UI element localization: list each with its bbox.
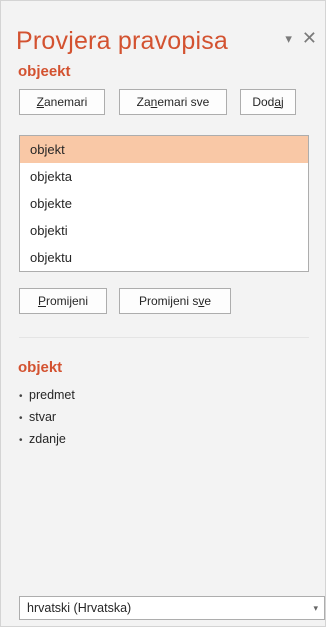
divider	[19, 337, 309, 338]
add-accesskey: a	[274, 95, 282, 109]
change-all-button[interactable]: Promijeni sve	[119, 288, 231, 314]
language-value: hrvatski (Hrvatska)	[27, 601, 132, 615]
chevron-down-icon: ▾	[313, 603, 318, 613]
add-button[interactable]: Dodaj	[240, 89, 296, 115]
ignore-button[interactable]: Zanemari	[19, 89, 105, 115]
ignore-label-post: anemari	[43, 95, 88, 109]
language-select[interactable]: hrvatski (Hrvatska) ▾	[19, 596, 325, 620]
bullet-icon: •	[19, 413, 23, 424]
close-icon[interactable]: ✕	[302, 29, 317, 47]
suggestion-item[interactable]: objekti	[20, 217, 308, 244]
pane-options-dropdown-icon[interactable]: ▾	[285, 32, 292, 45]
synonym-item[interactable]: • zdanje	[19, 428, 75, 450]
misspelled-word: objeekt	[18, 63, 71, 80]
synonym-text: zdanje	[29, 432, 66, 446]
ignore-accesskey: Z	[36, 95, 44, 109]
synonym-item[interactable]: • predmet	[19, 384, 75, 406]
synonym-headword: objekt	[18, 359, 63, 376]
change-all-label-post: e	[204, 294, 212, 308]
pane-title: Provjera pravopisa	[16, 27, 229, 55]
suggestion-item[interactable]: objekta	[20, 163, 308, 190]
synonym-item[interactable]: • stvar	[19, 406, 75, 428]
change-label-post: romijeni	[46, 294, 89, 308]
ignore-all-label-post: emari sve	[157, 95, 210, 109]
suggestions-list[interactable]: objekt objekta objekte objekti objektu	[19, 135, 309, 272]
synonym-text: predmet	[29, 388, 75, 402]
pane-controls: ▾ ✕	[285, 29, 317, 47]
add-label-post: j	[281, 95, 284, 109]
bullet-icon: •	[19, 435, 23, 446]
suggestion-item[interactable]: objekt	[20, 136, 308, 163]
change-accesskey: P	[37, 294, 46, 308]
synonym-list: • predmet • stvar • zdanje	[19, 384, 75, 450]
change-button[interactable]: Promijeni	[19, 288, 107, 314]
ignore-all-label-pre: Za	[136, 95, 151, 109]
suggestion-item[interactable]: objekte	[20, 190, 308, 217]
add-label-pre: Dod	[252, 95, 275, 109]
change-all-label-pre: Promijeni s	[138, 294, 199, 308]
spelling-pane: Provjera pravopisa ▾ ✕ objeekt Zanemari …	[0, 0, 326, 627]
suggestion-item[interactable]: objektu	[20, 244, 308, 271]
ignore-all-button[interactable]: Zanemari sve	[119, 89, 227, 115]
synonym-text: stvar	[29, 410, 57, 424]
bullet-icon: •	[19, 391, 23, 402]
